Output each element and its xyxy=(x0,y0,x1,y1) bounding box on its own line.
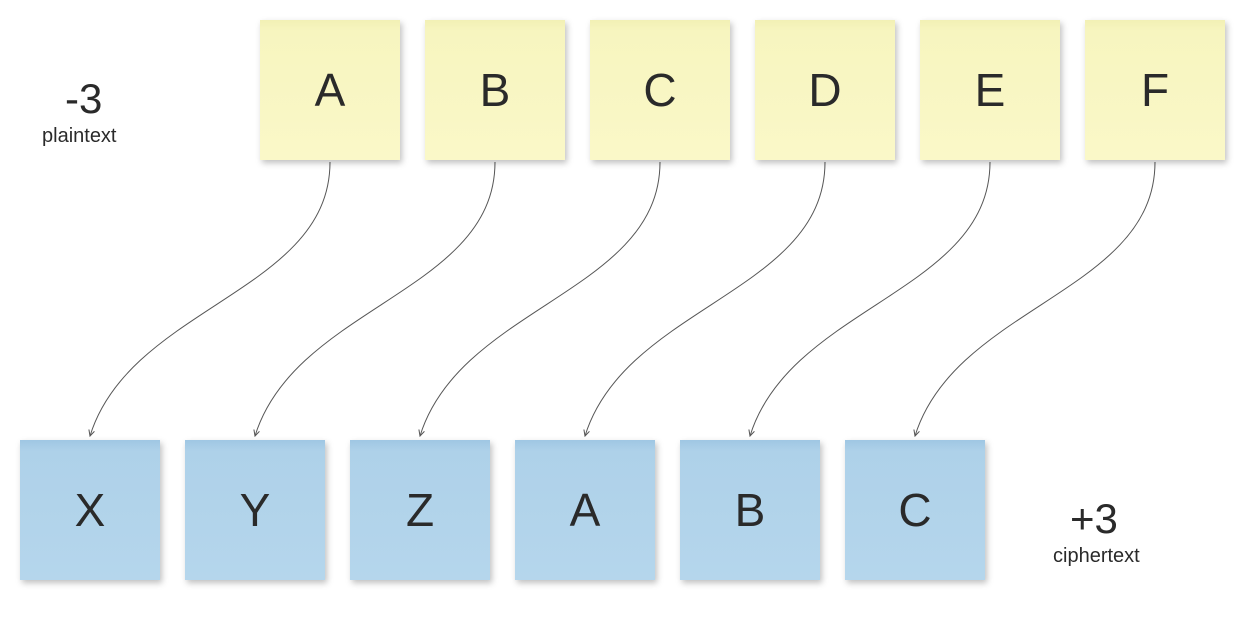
ciphertext-note: Y xyxy=(185,440,325,580)
mapping-arrow xyxy=(585,162,825,436)
ciphertext-note: X xyxy=(20,440,160,580)
plaintext-note: B xyxy=(425,20,565,160)
plaintext-shift-value: -3 xyxy=(65,75,102,123)
ciphertext-shift-value: +3 xyxy=(1070,495,1118,543)
plaintext-label: plaintext xyxy=(42,125,117,148)
ciphertext-label: ciphertext xyxy=(1053,545,1140,568)
plaintext-note: D xyxy=(755,20,895,160)
mapping-arrow xyxy=(90,162,330,436)
plaintext-note: A xyxy=(260,20,400,160)
plaintext-note: F xyxy=(1085,20,1225,160)
plaintext-note: C xyxy=(590,20,730,160)
mapping-arrow xyxy=(915,162,1155,436)
mapping-arrow xyxy=(420,162,660,436)
mapping-arrow xyxy=(750,162,990,436)
mapping-arrow xyxy=(255,162,495,436)
plaintext-note: E xyxy=(920,20,1060,160)
ciphertext-note: A xyxy=(515,440,655,580)
ciphertext-note: Z xyxy=(350,440,490,580)
ciphertext-note: B xyxy=(680,440,820,580)
ciphertext-note: C xyxy=(845,440,985,580)
